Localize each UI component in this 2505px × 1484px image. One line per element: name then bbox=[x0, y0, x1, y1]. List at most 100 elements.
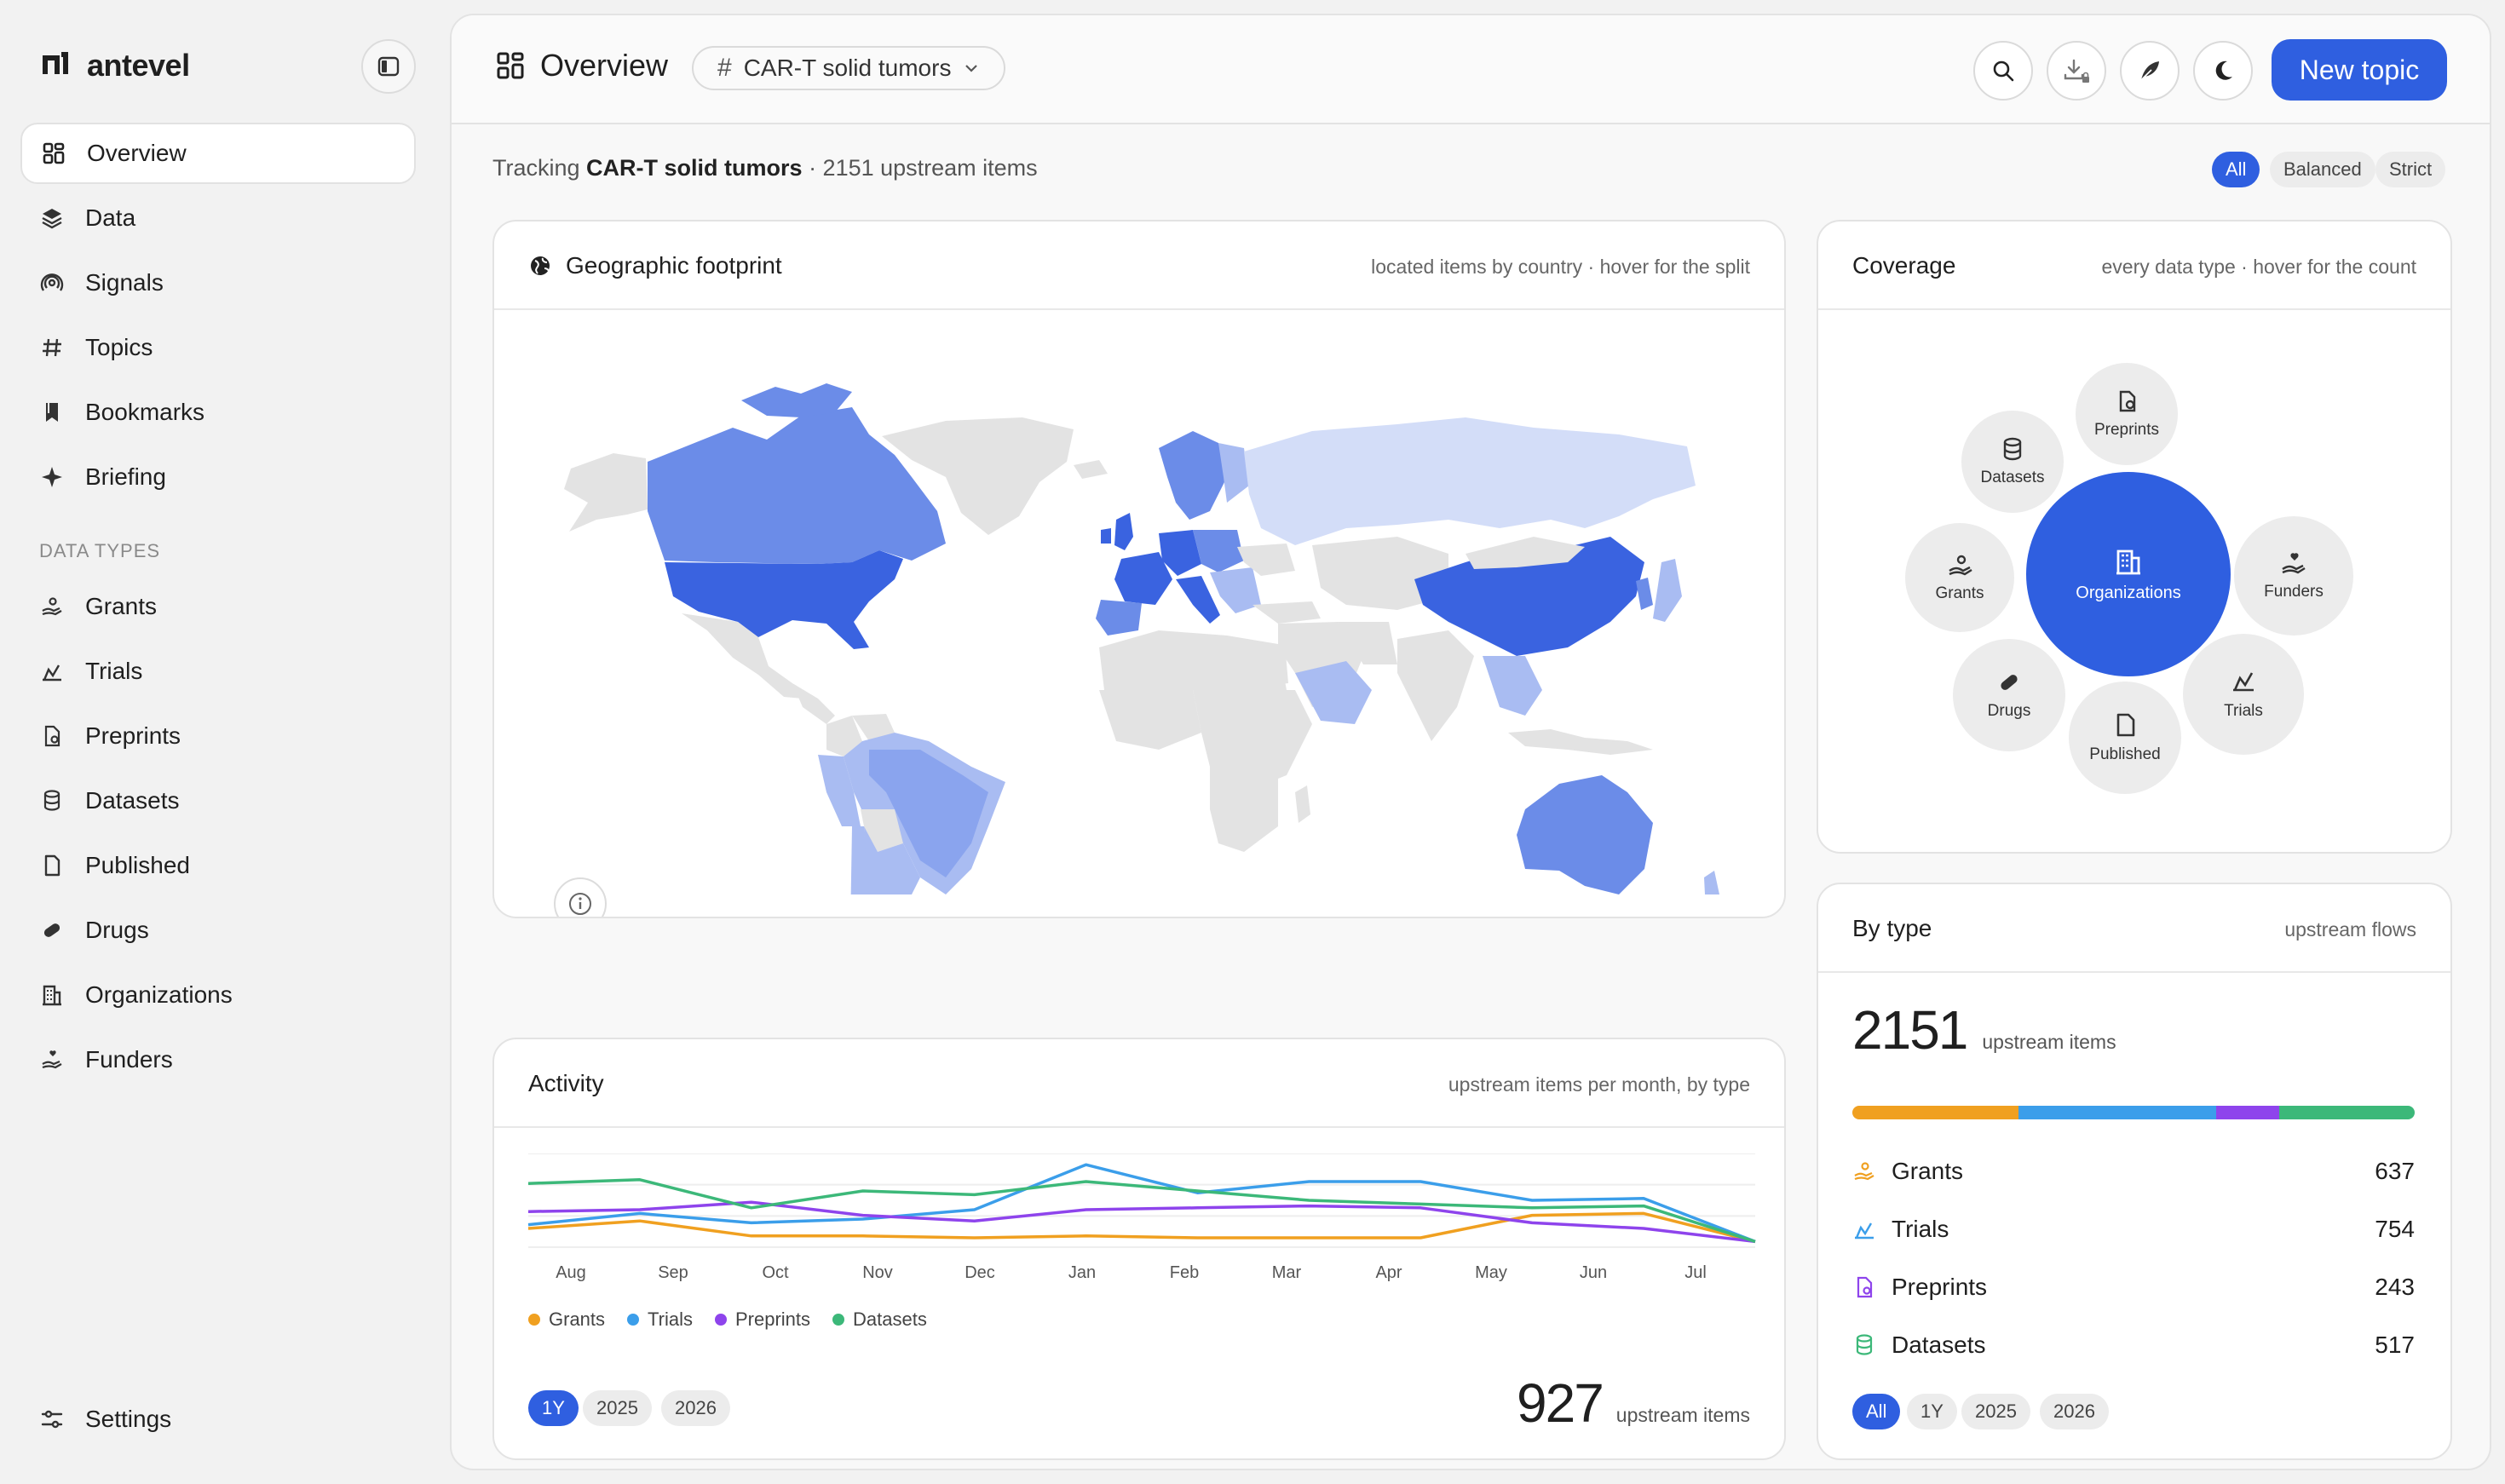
preprint-icon bbox=[39, 723, 65, 749]
legend-item-grants[interactable]: Grants bbox=[528, 1309, 605, 1331]
sidebar-item-label: Bookmarks bbox=[85, 399, 205, 425]
coverage-bubble-organizations[interactable]: Organizations bbox=[2026, 472, 2231, 676]
card-subtitle: located items by country · hover for the… bbox=[1371, 256, 1750, 278]
sidebar-item-topics[interactable]: Topics bbox=[20, 317, 416, 378]
type-row-grants[interactable]: Grants 637 bbox=[1852, 1150, 2415, 1193]
sidebar-item-label: Funders bbox=[85, 1046, 173, 1073]
share-segment-preprints[interactable] bbox=[2215, 1106, 2280, 1119]
sidebar-item-grants[interactable]: Grants bbox=[20, 576, 416, 637]
theme-toggle-button[interactable] bbox=[2193, 41, 2253, 101]
sidebar-item-preprints[interactable]: Preprints bbox=[20, 705, 416, 767]
geographic-footprint-card: Geographic footprint located items by co… bbox=[492, 220, 1786, 918]
sidebar-item-label: Grants bbox=[85, 593, 158, 619]
topic-selector-label: CAR-T solid tumors bbox=[743, 55, 952, 81]
card-header: Coverage every data type · hover for the… bbox=[1818, 221, 2450, 310]
x-tick-label: Feb bbox=[1170, 1263, 1199, 1281]
sidebar-item-label: Preprints bbox=[85, 722, 181, 749]
country-turkey bbox=[1252, 601, 1321, 624]
legend-swatch bbox=[627, 1314, 640, 1326]
globe-icon bbox=[528, 254, 552, 278]
preprint-icon bbox=[1852, 1275, 1876, 1299]
bubble-label: Preprints bbox=[2093, 421, 2160, 439]
sidebar-item-funders[interactable]: Funders bbox=[20, 1029, 416, 1090]
coverage-bubble-grants[interactable]: Grants bbox=[1905, 523, 2014, 632]
bytype-range-2025[interactable]: 2025 bbox=[1961, 1394, 2030, 1429]
card-title: Activity bbox=[528, 1070, 604, 1096]
x-tick-label: Aug bbox=[556, 1263, 586, 1281]
coverage-bubble-funders[interactable]: Funders bbox=[2234, 516, 2353, 636]
database-icon bbox=[39, 788, 65, 814]
coverage-card: Coverage every data type · hover for the… bbox=[1817, 220, 2452, 854]
sidebar-item-overview[interactable]: Overview bbox=[20, 123, 416, 184]
sidebar-item-label: Topics bbox=[85, 334, 153, 360]
legend-swatch bbox=[528, 1314, 540, 1326]
section-label-data-types: DATA TYPES bbox=[39, 540, 161, 561]
country-iceland bbox=[1074, 460, 1108, 479]
brand[interactable]: antevel bbox=[37, 48, 190, 83]
legend-label: Trials bbox=[648, 1309, 693, 1330]
hand-coins-icon bbox=[39, 594, 65, 619]
sidebar-item-data[interactable]: Data bbox=[20, 187, 416, 249]
database-icon bbox=[1852, 1333, 1876, 1357]
type-row-trials[interactable]: Trials 754 bbox=[1852, 1208, 2415, 1251]
coverage-bubble-trials[interactable]: Trials bbox=[2183, 634, 2304, 755]
type-row-preprints[interactable]: Preprints 243 bbox=[1852, 1266, 2415, 1309]
funder-icon bbox=[39, 1047, 65, 1073]
sidebar-item-label: Organizations bbox=[85, 981, 233, 1008]
coverage-bubble-preprints[interactable]: Preprints bbox=[2076, 363, 2178, 465]
sparkle-icon bbox=[39, 464, 65, 490]
bubble-label: Grants bbox=[1935, 584, 1984, 602]
search-button[interactable] bbox=[1973, 41, 2033, 101]
type-row-datasets[interactable]: Datasets 517 bbox=[1852, 1324, 2415, 1366]
collapse-sidebar-button[interactable] bbox=[361, 39, 416, 94]
bytype-range-1y[interactable]: 1Y bbox=[1907, 1394, 1957, 1429]
coverage-bubble-drugs[interactable]: Drugs bbox=[1953, 639, 2065, 751]
legend-item-preprints[interactable]: Preprints bbox=[715, 1309, 810, 1331]
range-2025[interactable]: 2025 bbox=[583, 1390, 652, 1426]
sidebar-item-bookmarks[interactable]: Bookmarks bbox=[20, 382, 416, 443]
country-new-zealand bbox=[1704, 871, 1719, 894]
share-segment-datasets[interactable] bbox=[2279, 1106, 2415, 1119]
sidebar-item-signals[interactable]: Signals bbox=[20, 252, 416, 313]
logo-icon bbox=[37, 49, 72, 83]
bytype-range-all[interactable]: All bbox=[1852, 1394, 1901, 1429]
sidebar-item-trials[interactable]: Trials bbox=[20, 641, 416, 702]
country-russia bbox=[1244, 417, 1696, 545]
range-2026[interactable]: 2026 bbox=[661, 1390, 730, 1426]
share-segment-trials[interactable] bbox=[2018, 1106, 2216, 1119]
legend-item-datasets[interactable]: Datasets bbox=[832, 1309, 927, 1331]
sidebar-item-label: Briefing bbox=[85, 463, 166, 490]
card-subtitle: upstream items per month, by type bbox=[1448, 1073, 1750, 1096]
sidebar-item-briefing[interactable]: Briefing bbox=[20, 446, 416, 508]
share-segment-grants[interactable] bbox=[1852, 1106, 2019, 1119]
page-title: Overview bbox=[496, 48, 668, 83]
mode-balanced[interactable]: Balanced bbox=[2270, 152, 2375, 187]
settings-sliders-icon bbox=[39, 1406, 65, 1432]
type-count: 517 bbox=[2375, 1332, 2415, 1358]
world-map[interactable] bbox=[545, 349, 1738, 894]
series-line-datasets bbox=[527, 1178, 1756, 1244]
brief-button[interactable] bbox=[2120, 41, 2180, 101]
coverage-bubble-published[interactable]: Published bbox=[2069, 682, 2181, 794]
coverage-bubble-datasets[interactable]: Datasets bbox=[1961, 411, 2064, 513]
country-madagascar bbox=[1295, 785, 1310, 823]
range-1y[interactable]: 1Y bbox=[528, 1390, 579, 1426]
mode-strict[interactable]: Strict bbox=[2375, 152, 2446, 187]
new-topic-button[interactable]: New topic bbox=[2272, 39, 2447, 101]
country-japan bbox=[1653, 559, 1682, 622]
x-tick-label: Dec bbox=[965, 1263, 995, 1281]
mode-all[interactable]: All bbox=[2212, 152, 2260, 187]
tracking-prefix: Tracking bbox=[492, 155, 580, 181]
legend-item-trials[interactable]: Trials bbox=[627, 1309, 693, 1331]
sidebar-item-datasets[interactable]: Datasets bbox=[20, 770, 416, 831]
sidebar-item-organizations[interactable]: Organizations bbox=[20, 964, 416, 1026]
sidebar-item-drugs[interactable]: Drugs bbox=[20, 900, 416, 961]
trial-icon bbox=[1852, 1217, 1876, 1241]
export-button[interactable] bbox=[2047, 41, 2106, 101]
topic-selector[interactable]: # CAR-T solid tumors bbox=[692, 46, 1006, 90]
type-share-bar[interactable] bbox=[1852, 1106, 2415, 1119]
bytype-range-2026[interactable]: 2026 bbox=[2040, 1394, 2109, 1429]
activity-line-chart[interactable]: Aug Sep Oct Nov Dec Jan Feb Mar Apr May Jun Jul bbox=[520, 1153, 1764, 1281]
sidebar-item-settings[interactable]: Settings bbox=[20, 1389, 416, 1450]
sidebar-item-published[interactable]: Published bbox=[20, 835, 416, 896]
